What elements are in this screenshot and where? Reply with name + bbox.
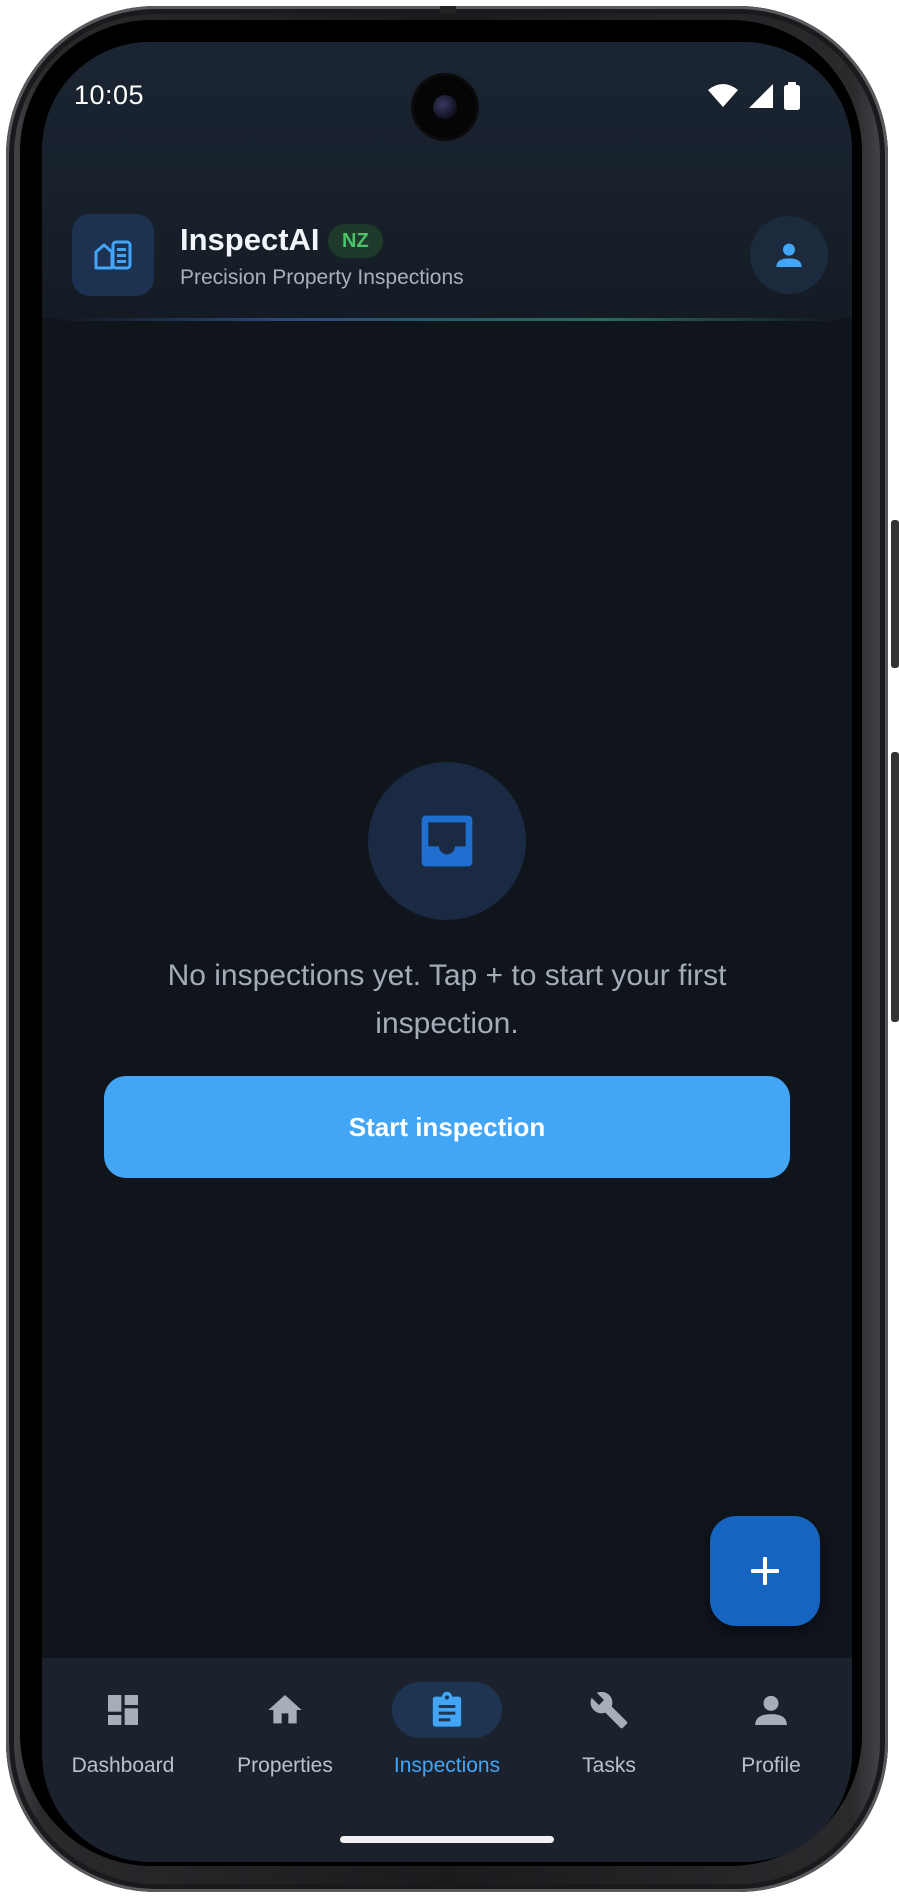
phone-device: 10:05 InspectAI NZ Precision Property In…	[0, 0, 899, 1900]
nav-icon-container	[392, 1682, 502, 1738]
nav-icon-container	[230, 1682, 340, 1738]
empty-state-message: No inspections yet. Tap + to start your …	[167, 959, 727, 1040]
status-time: 10:05	[74, 80, 145, 110]
clipboard-icon	[432, 1691, 462, 1727]
inspection-app-logo-icon	[94, 240, 132, 270]
nav-item-properties[interactable]: Properties	[204, 1658, 366, 1798]
antenna-line	[440, 6, 456, 14]
nav-icon-container	[554, 1682, 664, 1738]
home-icon	[268, 1695, 302, 1724]
power-button	[891, 752, 899, 1022]
nav-icon-container	[716, 1682, 826, 1738]
signal-icon	[749, 84, 773, 108]
nav-label: Profile	[741, 1754, 801, 1777]
app-title: InspectAI	[180, 222, 320, 257]
status-bar: 10:05	[42, 42, 852, 182]
nav-item-inspections[interactable]: Inspections	[366, 1658, 528, 1798]
plus-icon	[751, 1557, 779, 1585]
home-indicator[interactable]	[340, 1836, 554, 1843]
region-badge: NZ	[328, 224, 383, 258]
app-logo	[72, 214, 154, 296]
wrench-icon	[590, 1691, 628, 1729]
nav-item-dashboard[interactable]: Dashboard	[42, 1658, 204, 1798]
nav-icon-container	[68, 1682, 178, 1738]
nav-item-tasks[interactable]: Tasks	[528, 1658, 690, 1798]
inbox-tray-icon	[421, 815, 473, 867]
front-camera	[414, 76, 476, 138]
start-inspection-button[interactable]: Start inspection	[104, 1076, 790, 1178]
person-icon	[755, 1695, 787, 1725]
battery-icon	[784, 82, 800, 110]
wifi-icon	[708, 84, 738, 107]
app-subtitle: Precision Property Inspections	[180, 266, 464, 289]
nav-item-profile[interactable]: Profile	[690, 1658, 852, 1798]
screen: 10:05 InspectAI NZ Precision Property In…	[42, 42, 852, 1862]
bottom-navigation: Dashboard Properties Inspections Tasks P…	[42, 1658, 852, 1862]
app-header: InspectAI NZ Precision Property Inspecti…	[42, 182, 852, 318]
header-divider	[42, 318, 852, 321]
dashboard-icon	[108, 1695, 138, 1725]
nav-label: Properties	[237, 1754, 333, 1777]
status-icons	[708, 82, 800, 110]
nav-label: Inspections	[393, 1754, 501, 1777]
empty-state-illustration	[368, 762, 526, 920]
nav-label: Tasks	[582, 1754, 636, 1777]
nav-label: Dashboard	[71, 1754, 175, 1777]
add-inspection-fab[interactable]	[710, 1516, 820, 1626]
account-button[interactable]	[750, 216, 828, 294]
volume-button	[891, 520, 899, 668]
person-icon	[776, 243, 802, 267]
